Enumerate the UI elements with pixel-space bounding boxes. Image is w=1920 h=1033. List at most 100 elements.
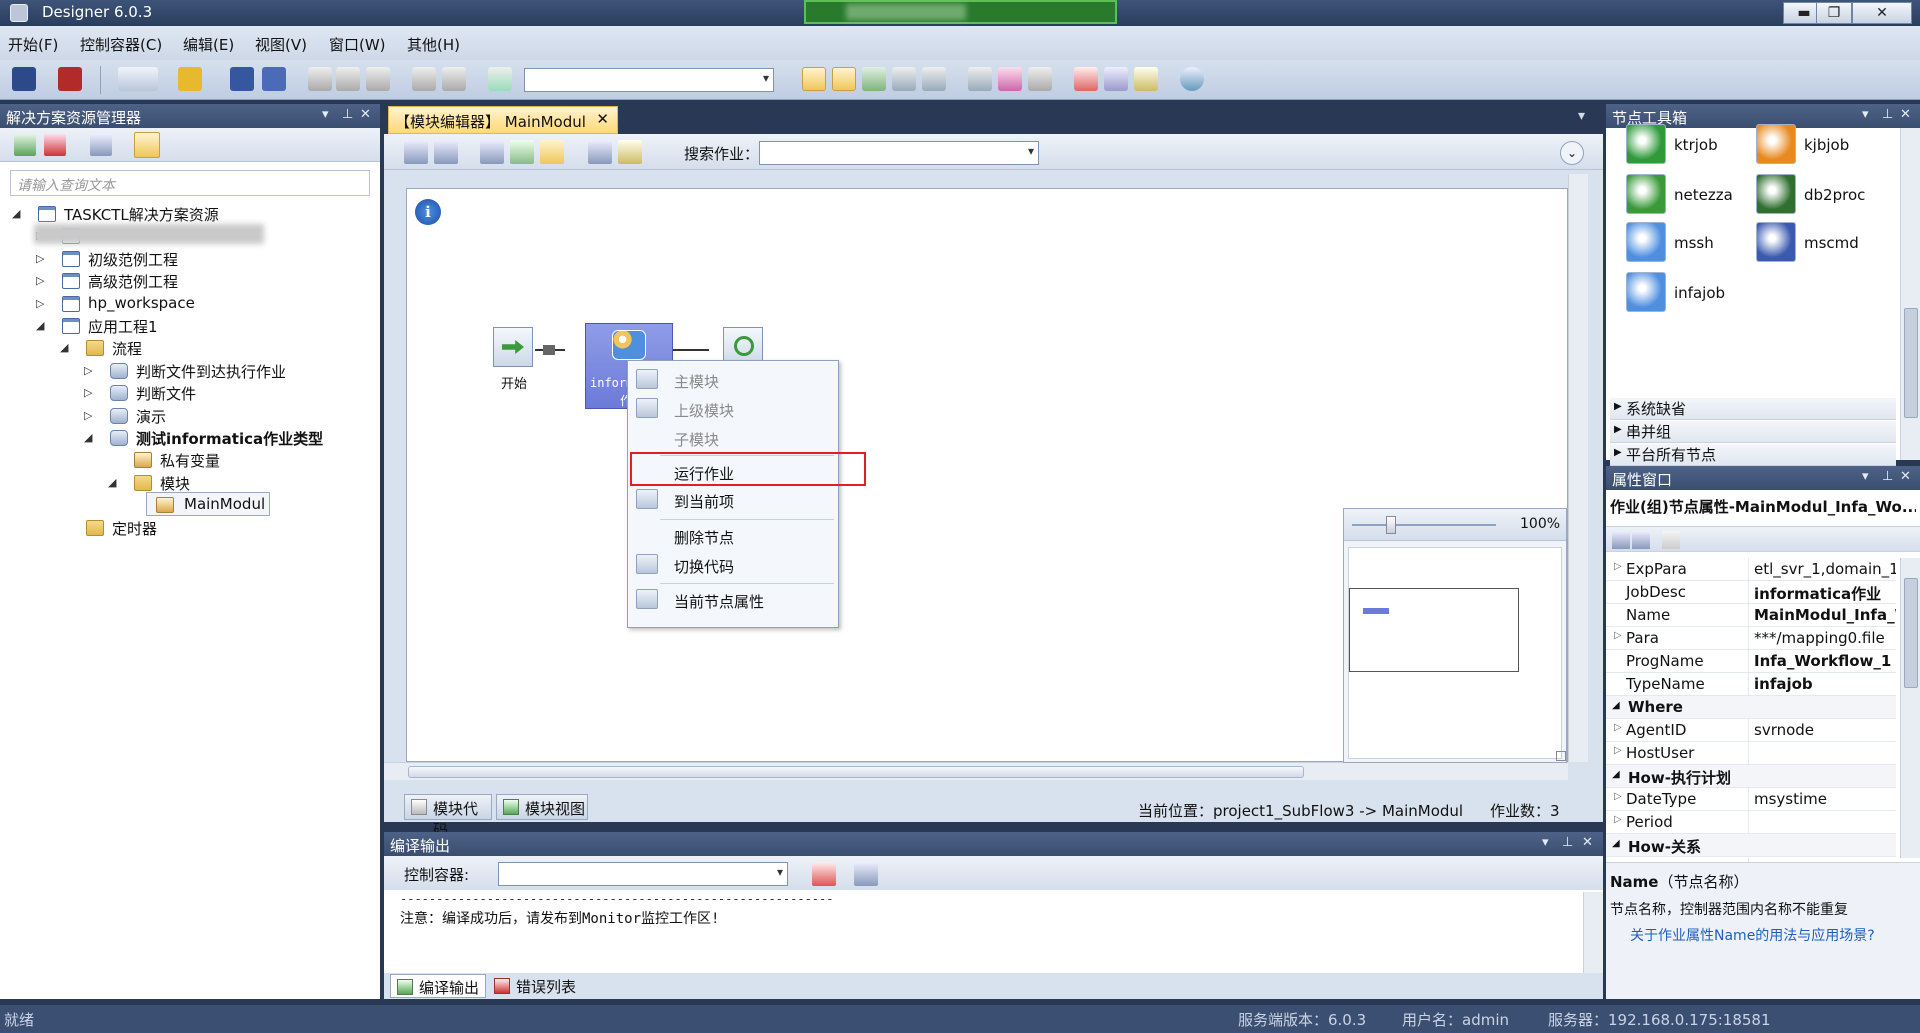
mscmd-icon[interactable]	[1756, 222, 1796, 262]
comment-icon[interactable]	[134, 132, 160, 158]
tab-close-icon[interactable]: ✕	[596, 110, 609, 128]
close-icon[interactable]: ✕	[1900, 469, 1911, 484]
ctx-main-module[interactable]: 主模块	[674, 371, 719, 392]
close-icon[interactable]: ✕	[1582, 835, 1593, 850]
property-value[interactable]: svrnode	[1754, 721, 1896, 739]
copy-icon[interactable]	[336, 67, 360, 91]
property-row[interactable]: Name MainModul_Infa_W	[1606, 604, 1896, 627]
output-scrollbar[interactable]	[1583, 892, 1603, 976]
resize-grip[interactable]	[1556, 751, 1566, 761]
toolbar-combo[interactable]	[524, 68, 774, 92]
parent-module-icon[interactable]	[510, 140, 534, 164]
toolbox-item-netezza[interactable]: netezza	[1674, 186, 1733, 204]
collapsed-arrow-icon[interactable]: ▷	[84, 386, 92, 399]
toolbox-scrollbar[interactable]	[1900, 128, 1920, 460]
ktrjob-icon[interactable]	[1626, 124, 1666, 164]
toolbox-item-ktrjob[interactable]: ktrjob	[1674, 136, 1718, 154]
dropdown-icon[interactable]: ▾	[322, 107, 329, 122]
find-icon[interactable]	[488, 67, 512, 91]
add-project-icon[interactable]	[14, 134, 36, 156]
expand-arrow-icon[interactable]: ▷	[1614, 791, 1622, 802]
property-row[interactable]: JobDesc informatica作业	[1606, 581, 1896, 604]
collapsed-arrow-icon[interactable]: ▷	[36, 274, 44, 287]
ctx-sub-module[interactable]: 子模块	[674, 429, 719, 450]
comment-node-icon[interactable]	[540, 140, 564, 164]
toolbox-group[interactable]: ▶ 平台所有节点	[1610, 444, 1896, 466]
tab-module-view[interactable]: 模块视图	[496, 794, 588, 820]
ctx-delete-node[interactable]: 删除节点	[674, 527, 734, 548]
property-row[interactable]: ▷ DateType msystime	[1606, 788, 1896, 811]
tools-icon[interactable]	[922, 67, 946, 91]
expand-arrow-icon[interactable]: ▷	[1614, 745, 1622, 756]
star-icon[interactable]	[178, 67, 202, 91]
menu-edit[interactable]: 编辑(E)	[183, 34, 234, 55]
settings-icon[interactable]	[588, 140, 612, 164]
logo-m-icon[interactable]	[58, 67, 82, 91]
property-value[interactable]: Infa_Workflow_1	[1754, 652, 1896, 670]
property-value[interactable]: ***/mapping0.file	[1754, 629, 1896, 647]
property-value[interactable]: msystime	[1754, 790, 1896, 808]
pin-icon[interactable]: ⊥	[1562, 835, 1573, 850]
save-icon[interactable]	[230, 67, 254, 91]
close-icon[interactable]: ✕	[360, 107, 371, 122]
eye-icon[interactable]	[434, 140, 458, 164]
menu-start[interactable]: 开始(F)	[8, 34, 58, 55]
toolbox-item-mscmd[interactable]: mscmd	[1804, 234, 1859, 252]
save-all-icon[interactable]	[262, 67, 286, 91]
property-value[interactable]: infajob	[1754, 675, 1896, 693]
property-row[interactable]: TypeName infajob	[1606, 673, 1896, 696]
search-job-combo[interactable]	[759, 141, 1039, 165]
zoom-slider-thumb[interactable]	[1386, 516, 1396, 534]
tab-module-editor[interactable]: 【模块编辑器】 MainModul ✕	[388, 106, 618, 134]
property-row[interactable]: ▷ Period	[1606, 811, 1896, 834]
pin-icon[interactable]: ⊥	[342, 107, 353, 122]
grid-icon[interactable]	[862, 67, 886, 91]
categorized-icon[interactable]	[1612, 531, 1630, 549]
chart-icon[interactable]	[998, 67, 1022, 91]
scroll-thumb[interactable]	[408, 766, 1304, 778]
tab-compile-output[interactable]: 编译输出	[390, 974, 486, 998]
toolbox-item-db2proc[interactable]: db2proc	[1804, 186, 1865, 204]
toolbox-group[interactable]: ▶ 串并组	[1610, 421, 1896, 443]
expanded-arrow-icon[interactable]: ◢	[36, 319, 44, 332]
config-icon[interactable]	[1104, 67, 1128, 91]
netezza-icon[interactable]	[1626, 174, 1666, 214]
expanded-arrow-icon[interactable]: ◢	[60, 341, 68, 354]
collapsed-arrow-icon[interactable]: ▷	[84, 364, 92, 377]
ctx-switch-code[interactable]: 切换代码	[674, 556, 734, 577]
property-row[interactable]: ▷ Para ***/mapping0.file	[1606, 627, 1896, 650]
property-value[interactable]: MainModul_Infa_W	[1754, 606, 1896, 624]
expand-arrow-icon[interactable]: ▷	[1614, 814, 1622, 825]
tab-module-code[interactable]: 模块代码	[404, 794, 492, 839]
expanded-arrow-icon[interactable]: ◢	[84, 431, 92, 444]
collapsed-arrow-icon[interactable]: ▷	[36, 297, 44, 310]
undo-icon[interactable]	[412, 67, 436, 91]
tab-list-icon[interactable]: ▾	[1578, 108, 1585, 124]
infajob-icon[interactable]	[1626, 272, 1666, 312]
cut-icon[interactable]	[308, 67, 332, 91]
property-group[interactable]: ◢ Where	[1606, 696, 1896, 719]
close-button[interactable]: ✕	[1852, 2, 1912, 24]
tab-error-list[interactable]: 错误列表	[488, 974, 584, 998]
toolbox-item-mssh[interactable]: mssh	[1674, 234, 1714, 252]
maximize-button[interactable]: ❐	[1816, 2, 1852, 24]
mssh-icon[interactable]	[1626, 222, 1666, 262]
ctx-parent-module[interactable]: 上级模块	[674, 400, 734, 421]
canvas-vertical-scrollbar[interactable]	[1568, 174, 1588, 762]
alphabetical-icon[interactable]	[1632, 531, 1650, 549]
scroll-thumb[interactable]	[1904, 308, 1918, 418]
expanded-arrow-icon[interactable]: ◢	[1612, 769, 1620, 780]
dropdown-icon[interactable]: ▾	[1862, 469, 1869, 484]
minimap-viewport[interactable]	[1349, 588, 1519, 672]
solution-search-input[interactable]: 请输入查询文本	[10, 170, 370, 196]
expand-arrow-icon[interactable]: ▷	[1614, 630, 1622, 641]
kjbjob-icon[interactable]	[1756, 124, 1796, 164]
logo-a-icon[interactable]	[12, 67, 36, 91]
print-icon[interactable]	[1028, 67, 1052, 91]
scroll-thumb[interactable]	[1904, 578, 1918, 688]
redo-icon[interactable]	[442, 67, 466, 91]
expanded-arrow-icon[interactable]: ◢	[108, 476, 116, 489]
app-icon[interactable]	[10, 4, 28, 22]
property-value[interactable]: etl_svr_1,domain_1,	[1754, 560, 1896, 578]
layout-dropdown-icon[interactable]	[118, 67, 158, 91]
